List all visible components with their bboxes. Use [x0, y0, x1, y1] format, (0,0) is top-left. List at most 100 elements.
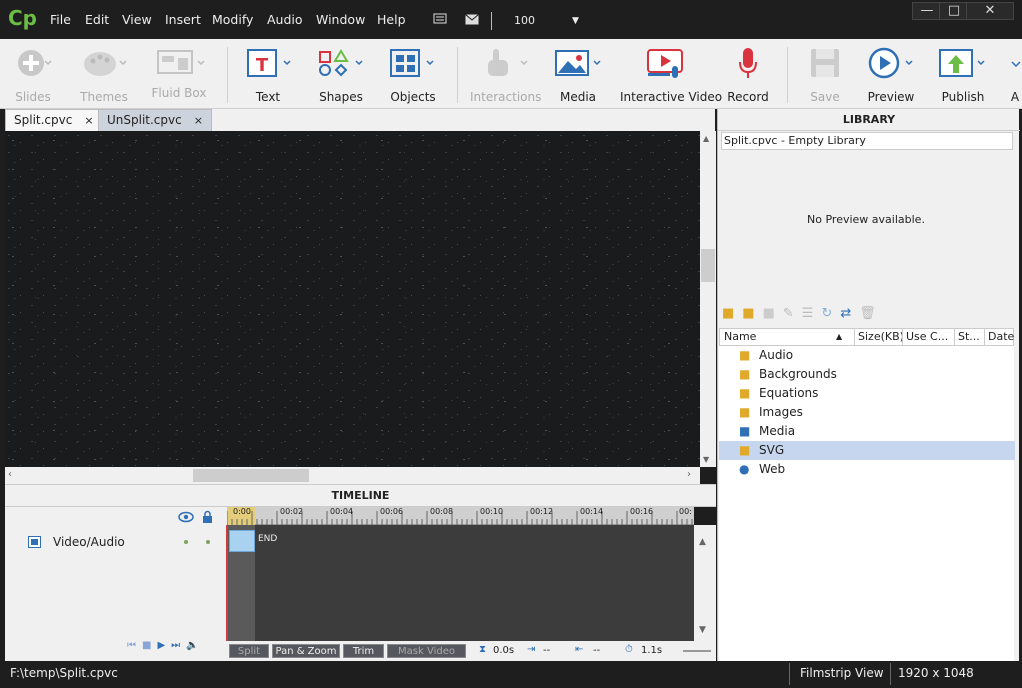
- ruler-tick-label: 00:08: [430, 507, 454, 516]
- timeline-video-controls: Split Pan & Zoom Trim Mask Video ⧗ 0.0s …: [227, 641, 716, 661]
- timeline-layer-row[interactable]: Video/Audio: [5, 531, 227, 553]
- shapes-icon: [314, 43, 368, 83]
- edit-icon[interactable]: ✎: [783, 306, 794, 322]
- scroll-thumb[interactable]: [193, 469, 309, 482]
- column-use-count[interactable]: Use C...: [902, 329, 948, 345]
- timeline-track-area[interactable]: END: [226, 525, 694, 641]
- publish-button[interactable]: Publish: [936, 43, 990, 104]
- play-icon[interactable]: ▶: [157, 640, 171, 651]
- zoom-slider[interactable]: [683, 650, 711, 652]
- media-button[interactable]: Media: [552, 43, 604, 104]
- trash-icon[interactable]: 🗑: [859, 306, 876, 322]
- library-folder-audio[interactable]: ■ Audio: [719, 346, 1015, 365]
- column-status[interactable]: St...: [954, 329, 980, 345]
- more-toolbar-button[interactable]: A: [1008, 43, 1022, 104]
- stage-vertical-scrollbar[interactable]: ▲ ▼: [700, 131, 716, 467]
- mask-video-button[interactable]: Mask Video: [387, 644, 466, 658]
- timeline-ruler[interactable]: 0:00 00:02 00:04 00:06 00:08 00:10 00:12…: [227, 507, 694, 525]
- volume-icon[interactable]: 🔈: [186, 640, 204, 651]
- current-time-value: 0.0s: [493, 645, 515, 656]
- close-icon[interactable]: ×: [194, 114, 203, 127]
- text-button[interactable]: T Text: [242, 43, 294, 104]
- select-unused-icon[interactable]: ⇄: [840, 306, 851, 322]
- update-icon[interactable]: ↻: [821, 306, 832, 322]
- lock-dot[interactable]: [206, 540, 210, 544]
- image-icon: [552, 43, 604, 83]
- slides-button[interactable]: Slides: [8, 43, 58, 104]
- preview-button[interactable]: Preview: [864, 43, 918, 104]
- next-icon[interactable]: ⏭: [171, 640, 186, 651]
- lock-icon[interactable]: [202, 510, 213, 526]
- themes-button[interactable]: Themes: [78, 43, 130, 104]
- properties-icon[interactable]: ☰: [802, 306, 814, 322]
- record-button[interactable]: Record: [726, 43, 770, 104]
- column-size[interactable]: Size(KB): [854, 329, 904, 345]
- playhead[interactable]: [226, 525, 228, 641]
- import-icon[interactable]: ■: [742, 306, 754, 322]
- scroll-left-icon[interactable]: ‹: [8, 469, 12, 480]
- close-button[interactable]: ✕: [966, 2, 1014, 20]
- maximize-button[interactable]: □: [939, 2, 969, 20]
- rewind-icon[interactable]: ⏮: [127, 640, 142, 651]
- visibility-dot[interactable]: [184, 540, 188, 544]
- menu-view[interactable]: View: [122, 12, 152, 27]
- zoom-value: 100: [514, 14, 535, 27]
- slides-label: Slides: [15, 90, 51, 104]
- tab-unsplit[interactable]: UnSplit.cpvc ×: [98, 109, 212, 131]
- fluid-box-button[interactable]: Fluid Box: [150, 43, 208, 100]
- record-label: Record: [727, 90, 769, 104]
- library-folder-web[interactable]: ● Web: [719, 460, 1015, 479]
- library-folder-images[interactable]: ■ Images: [719, 403, 1015, 422]
- preview-label: Preview: [867, 90, 915, 104]
- video-frame: [5, 131, 700, 467]
- column-date[interactable]: Date: [984, 329, 1014, 345]
- shapes-button[interactable]: Shapes: [314, 43, 368, 104]
- interactions-button[interactable]: Interactions: [470, 43, 541, 104]
- menu-audio[interactable]: Audio: [267, 12, 303, 27]
- timeline-vertical-scrollbar[interactable]: ▲ ▼: [694, 525, 716, 641]
- divider: [491, 12, 492, 30]
- eye-icon[interactable]: [178, 511, 194, 526]
- scroll-down-icon[interactable]: ▼: [703, 455, 709, 464]
- new-folder-icon[interactable]: ■: [722, 306, 734, 322]
- timeline-header[interactable]: TIMELINE: [5, 484, 716, 507]
- view-mode[interactable]: Filmstrip View: [800, 666, 884, 680]
- library-folder-svg[interactable]: ■ SVG: [719, 441, 1015, 460]
- menu-file[interactable]: File: [50, 12, 71, 27]
- menu-insert[interactable]: Insert: [165, 12, 201, 27]
- ruler-tick-label: 00:14: [580, 507, 604, 516]
- split-button[interactable]: Split: [229, 644, 269, 658]
- stage-horizontal-scrollbar[interactable]: ‹ ›: [5, 467, 700, 484]
- sort-up-icon[interactable]: ▲: [836, 329, 842, 345]
- resolution: 1920 x 1048: [898, 666, 974, 680]
- zoom-dropdown[interactable]: 100 ▼: [508, 11, 584, 31]
- export-icon[interactable]: ■: [763, 306, 775, 322]
- comment-icon[interactable]: [433, 13, 447, 28]
- menu-help[interactable]: Help: [377, 12, 406, 27]
- scroll-right-icon[interactable]: ›: [687, 469, 691, 480]
- library-folder-backgrounds[interactable]: ■ Backgrounds: [719, 365, 1015, 384]
- library-folder-equations[interactable]: ■ Equations: [719, 384, 1015, 403]
- mail-icon[interactable]: [465, 14, 479, 28]
- video-clip[interactable]: [229, 530, 255, 552]
- column-name[interactable]: Name: [724, 329, 756, 345]
- save-button[interactable]: Save: [804, 43, 846, 104]
- scroll-up-icon[interactable]: ▲: [703, 134, 709, 143]
- minimize-button[interactable]: —: [912, 2, 942, 20]
- menu-edit[interactable]: Edit: [85, 12, 109, 27]
- stop-icon[interactable]: ■: [142, 640, 157, 651]
- scroll-thumb[interactable]: [701, 249, 715, 282]
- scroll-down-icon[interactable]: ▼: [699, 625, 706, 635]
- interactive-video-button[interactable]: Interactive Video: [620, 43, 722, 104]
- tab-split[interactable]: Split.cpvc ×: [5, 109, 103, 131]
- close-icon[interactable]: ×: [84, 114, 93, 127]
- menu-window[interactable]: Window: [316, 12, 365, 27]
- menu-modify[interactable]: Modify: [212, 12, 253, 27]
- library-folder-media[interactable]: ■ Media: [719, 422, 1015, 441]
- objects-button[interactable]: Objects: [386, 43, 440, 104]
- stage-canvas[interactable]: [5, 131, 700, 467]
- pan-zoom-button[interactable]: Pan & Zoom: [272, 644, 340, 658]
- scroll-up-icon[interactable]: ▲: [699, 537, 706, 547]
- ruler-tick-label: 0:00: [233, 507, 251, 516]
- trim-button[interactable]: Trim: [343, 644, 384, 658]
